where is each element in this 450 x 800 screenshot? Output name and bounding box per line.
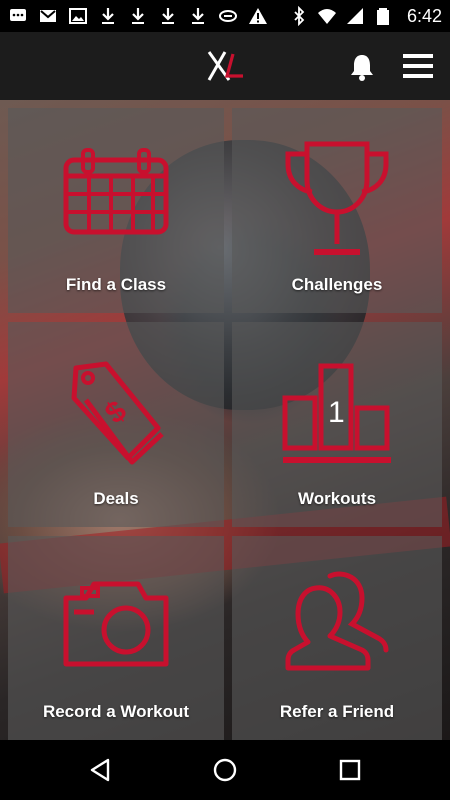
dashboard-content: Find a Class Challenges $ Deals 1 Workou…: [0, 100, 450, 740]
calendar-icon: [63, 148, 169, 235]
xl-logo[interactable]: [205, 50, 245, 82]
chat-icon: [10, 9, 26, 21]
download-icon: [192, 8, 204, 24]
tile-refer-a-friend[interactable]: Refer a Friend: [232, 536, 442, 740]
system-navigation-bar: [0, 740, 450, 800]
menu-grid: Find a Class Challenges $ Deals 1 Workou…: [0, 100, 450, 740]
tile-label: Refer a Friend: [279, 702, 395, 721]
tile-label: Find a Class: [65, 275, 167, 294]
bluetooth-icon: [294, 6, 305, 26]
podium-rank-label: 1: [328, 396, 345, 429]
warning-icon: [249, 8, 267, 24]
download-icon: [102, 8, 114, 24]
back-icon[interactable]: [86, 756, 114, 784]
wifi-icon: [317, 9, 336, 24]
home-icon[interactable]: [211, 756, 239, 784]
tile-find-a-class[interactable]: Find a Class: [8, 108, 224, 313]
signal-icon: [346, 8, 363, 24]
clock: 6:42: [406, 5, 442, 26]
recents-icon[interactable]: [336, 756, 364, 784]
tile-deals[interactable]: $ Deals: [8, 322, 224, 527]
bell-icon[interactable]: [348, 52, 376, 82]
tile-workouts[interactable]: 1 Workouts: [232, 322, 442, 527]
trophy-icon: [285, 141, 389, 255]
link-icon: [219, 10, 237, 22]
status-bar: 6:42: [0, 0, 450, 32]
download-icon: [132, 8, 144, 24]
tile-label: Deals: [93, 489, 139, 508]
download-icon: [162, 8, 174, 24]
users-icon: [285, 571, 389, 671]
hamburger-menu-icon[interactable]: [403, 53, 433, 79]
tile-label: Record a Workout: [42, 702, 190, 721]
tile-label: Workouts: [297, 489, 377, 508]
image-icon: [69, 8, 87, 24]
battery-icon: [376, 8, 389, 25]
gmail-icon: [40, 10, 56, 22]
tile-record-a-workout[interactable]: Record a Workout: [8, 536, 224, 740]
tile-challenges[interactable]: Challenges: [232, 108, 442, 313]
notification-icons: [8, 6, 289, 26]
app-bar: [0, 32, 450, 100]
price-tag-icon: $: [71, 361, 164, 465]
camera-icon: [63, 581, 169, 667]
system-icons: 6:42: [289, 6, 442, 27]
tile-label: Challenges: [291, 275, 383, 294]
